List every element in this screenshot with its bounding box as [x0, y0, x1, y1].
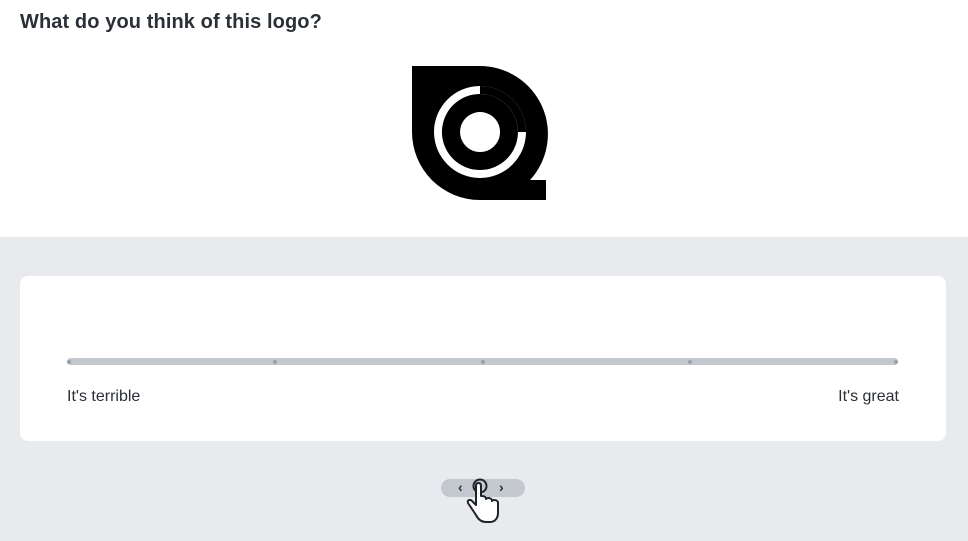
slider-tick — [272, 359, 277, 364]
swipe-hand-icon — [466, 478, 499, 523]
slider-tick — [480, 359, 485, 364]
question-section: What do you think of this logo? — [0, 0, 968, 237]
rating-slider[interactable] — [67, 358, 898, 365]
slider-tick — [894, 359, 898, 364]
rings-logo-icon — [412, 66, 548, 200]
question-title: What do you think of this logo? — [20, 11, 322, 33]
slider-tick — [67, 359, 71, 364]
rating-min-label: It's terrible — [67, 388, 141, 405]
rating-max-label: It's great — [838, 388, 899, 405]
slider-tick — [688, 359, 693, 364]
chevron-left-icon: ‹ — [458, 479, 463, 495]
rating-card: It's terrible It's great — [20, 276, 946, 441]
